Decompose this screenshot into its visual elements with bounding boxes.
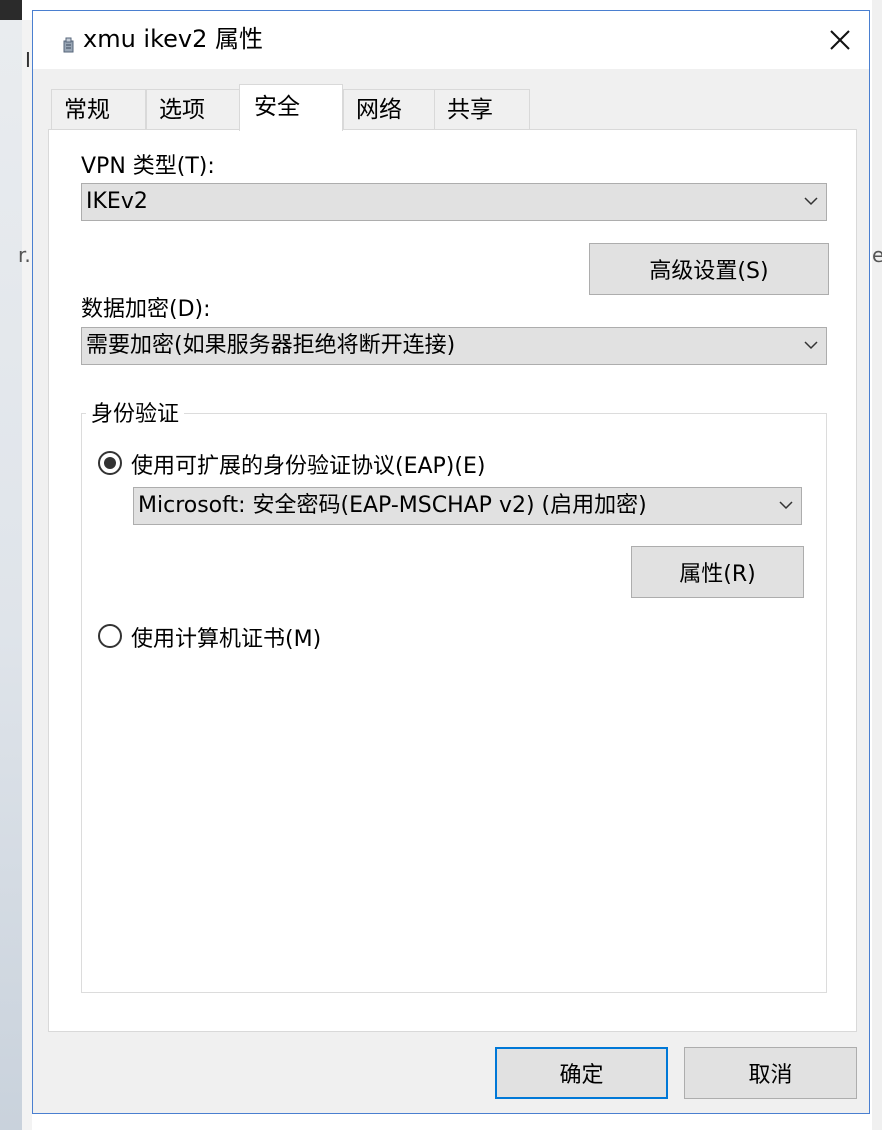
eap-radio-button[interactable] xyxy=(98,451,122,475)
background-window-left: I r. xyxy=(0,0,32,1130)
chevron-down-icon xyxy=(804,197,818,206)
tab-options[interactable]: 选项 xyxy=(146,89,240,129)
ok-button-label: 确定 xyxy=(559,1063,604,1088)
tab-general[interactable]: 常规 xyxy=(51,89,146,129)
computer-certificate-radio-label[interactable]: 使用计算机证书(M) xyxy=(131,621,321,653)
close-icon xyxy=(830,30,850,50)
eap-method-dropdown[interactable]: Microsoft: 安全密码(EAP-MSCHAP v2) (启用加密) xyxy=(133,487,802,525)
vpn-connection-icon xyxy=(63,37,74,53)
computer-certificate-radio-button[interactable] xyxy=(98,624,122,648)
background-text-fragment: r. xyxy=(18,243,31,267)
eap-properties-button[interactable]: 属性(R) xyxy=(631,546,804,598)
cancel-button[interactable]: 取消 xyxy=(684,1047,857,1099)
tab-security[interactable]: 安全 xyxy=(239,84,343,131)
vpn-type-dropdown[interactable]: IKEv2 xyxy=(81,183,827,221)
tab-label: 网络 xyxy=(356,97,402,123)
tab-sharing[interactable]: 共享 xyxy=(434,89,530,129)
radio-selected-dot xyxy=(104,457,116,469)
tab-label: 共享 xyxy=(447,97,493,123)
ok-button[interactable]: 确定 xyxy=(495,1047,668,1099)
eap-method-value: Microsoft: 安全密码(EAP-MSCHAP v2) (启用加密) xyxy=(138,493,647,518)
data-encryption-label: 数据加密(D): xyxy=(81,297,211,322)
data-encryption-dropdown[interactable]: 需要加密(如果服务器拒绝将断开连接) xyxy=(81,327,827,365)
tab-networking[interactable]: 网络 xyxy=(343,89,435,129)
advanced-settings-button[interactable]: 高级设置(S) xyxy=(589,243,829,295)
close-button[interactable] xyxy=(811,11,869,69)
authentication-group: 身份验证 使用可扩展的身份验证协议(EAP)(E) Microsoft: 安全密… xyxy=(81,396,827,993)
eap-properties-label: 属性(R) xyxy=(679,562,756,587)
tab-label: 安全 xyxy=(254,94,300,120)
chevron-down-icon xyxy=(804,341,818,350)
security-tab-panel: VPN 类型(T): IKEv2 高级设置(S) 数据加密(D): 需要加密(如… xyxy=(48,129,857,1032)
background-titlebar xyxy=(0,0,22,20)
title-bar[interactable]: xmu ikev2 属性 xyxy=(33,11,869,69)
vpn-type-value: IKEv2 xyxy=(86,189,148,214)
data-encryption-value: 需要加密(如果服务器拒绝将断开连接) xyxy=(86,333,456,358)
background-desktop xyxy=(0,20,22,1130)
authentication-group-title: 身份验证 xyxy=(86,396,185,428)
cancel-button-label: 取消 xyxy=(748,1063,793,1088)
eap-radio-label[interactable]: 使用可扩展的身份验证协议(EAP)(E) xyxy=(131,448,485,480)
vpn-type-label: VPN 类型(T): xyxy=(81,154,215,179)
background-window-right: e xyxy=(872,0,882,1130)
chevron-down-icon xyxy=(779,501,793,510)
window-title: xmu ikev2 属性 xyxy=(83,25,263,53)
background-text-fragment: e xyxy=(872,243,882,267)
tab-label: 选项 xyxy=(159,97,205,123)
properties-dialog: xmu ikev2 属性 常规 选项 安全 网络 共享 VPN 类型(T): I… xyxy=(32,10,870,1114)
background-window-edge xyxy=(22,20,32,1130)
background-text-fragment: I xyxy=(25,48,31,72)
tab-label: 常规 xyxy=(64,97,110,123)
advanced-settings-label: 高级设置(S) xyxy=(649,259,769,284)
